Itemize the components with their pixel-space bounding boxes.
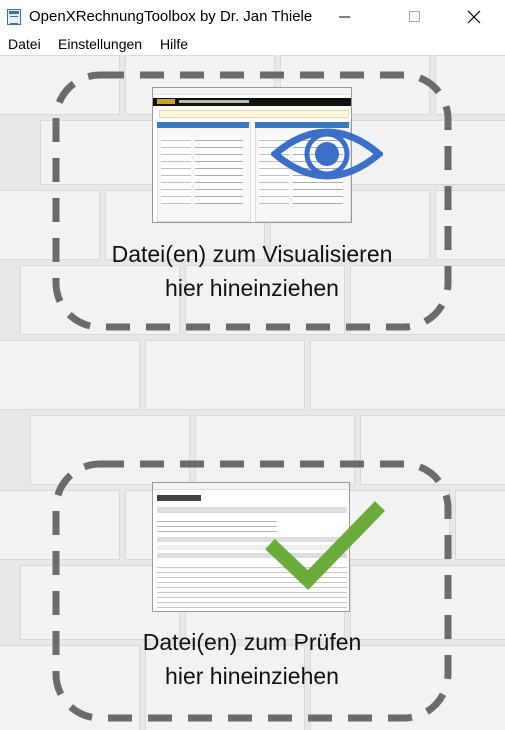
visualize-label-line2: hier hineinziehen bbox=[165, 275, 339, 301]
validate-label-line2: hier hineinziehen bbox=[165, 663, 339, 689]
window-title: OpenXRechnungToolbox by Dr. Jan Thiele bbox=[29, 8, 313, 25]
validate-label-line1: Datei(en) zum Prüfen bbox=[142, 629, 362, 655]
close-button[interactable] bbox=[451, 0, 497, 33]
minimize-icon bbox=[339, 16, 350, 17]
wall-brick bbox=[455, 490, 505, 560]
wall-brick bbox=[310, 340, 505, 410]
minimize-button[interactable] bbox=[322, 0, 368, 33]
title-bar: OpenXRechnungToolbox by Dr. Jan Thiele bbox=[0, 0, 505, 33]
menu-bar: Datei Einstellungen Hilfe bbox=[0, 33, 505, 55]
visualize-dropzone[interactable]: Datei(en) zum Visualisieren hier hineinz… bbox=[52, 71, 452, 331]
validate-dropzone[interactable]: Datei(en) zum Prüfen hier hineinziehen bbox=[52, 460, 452, 722]
visualize-label-line1: Datei(en) zum Visualisieren bbox=[111, 241, 393, 267]
eye-icon bbox=[271, 128, 383, 180]
checkmark-icon bbox=[265, 501, 386, 590]
menu-einstellungen[interactable]: Einstellungen bbox=[58, 36, 142, 52]
app-icon bbox=[7, 9, 21, 25]
validate-dropzone-label: Datei(en) zum Prüfen hier hineinziehen bbox=[52, 625, 452, 693]
menu-datei[interactable]: Datei bbox=[8, 36, 41, 52]
drop-area-background: Datei(en) zum Visualisieren hier hineinz… bbox=[0, 55, 505, 730]
wall-brick bbox=[145, 340, 305, 410]
wall-brick bbox=[0, 340, 140, 410]
visualize-dropzone-label: Datei(en) zum Visualisieren hier hineinz… bbox=[52, 237, 452, 305]
close-icon bbox=[467, 10, 481, 23]
maximize-icon bbox=[409, 10, 420, 22]
maximize-button[interactable] bbox=[392, 0, 438, 33]
menu-hilfe[interactable]: Hilfe bbox=[160, 36, 188, 52]
